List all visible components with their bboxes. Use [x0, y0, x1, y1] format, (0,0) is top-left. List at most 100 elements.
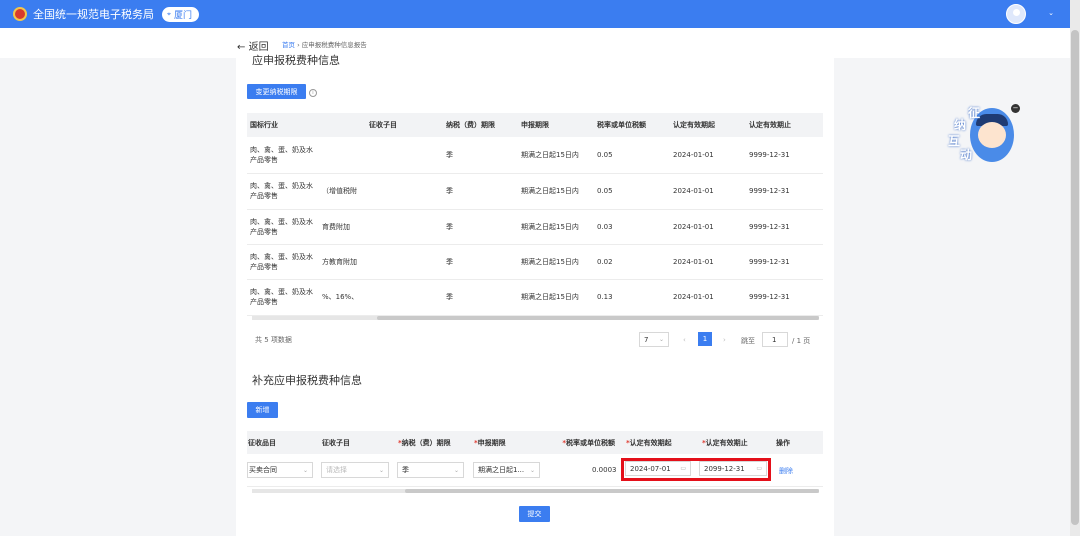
top-nav-bar: 全国统一规范电子税务局 ⌖ 厦门 ⌄ — [0, 0, 1070, 28]
cell-period: 季 — [443, 173, 518, 210]
cell-start: 2024-01-01 — [670, 279, 746, 316]
widget-char: 互 — [948, 134, 961, 148]
col-header-rate: 税率或单位税额 — [594, 113, 670, 137]
col-header-industry: 国标行业 — [247, 113, 319, 137]
interactive-mascot-widget[interactable]: 征 纳 互 动 − — [948, 104, 1020, 166]
cell-industry: 肉、禽、蛋、奶及水产品零售 — [247, 279, 319, 316]
deadline-select[interactable]: 期满之日起1... ⌄ — [473, 462, 540, 478]
col-header-rate: *税率或单位税额 — [560, 431, 623, 454]
cell-industry: 肉、禽、蛋、奶及水产品零售 — [247, 244, 319, 280]
breadcrumb-separator: › — [297, 41, 300, 49]
goto-page-input[interactable]: 1 — [762, 332, 788, 347]
goto-label: 跳至 — [741, 337, 755, 345]
chevron-down-icon: ⌄ — [302, 466, 308, 474]
col-header-action: 操作 — [773, 431, 823, 454]
col-header-end: *认定有效期止 — [699, 431, 773, 454]
user-avatar-icon[interactable] — [1006, 4, 1026, 24]
cell-end: 9999-12-31 — [746, 173, 823, 210]
col-header-period-label: 纳税（费）期限 — [401, 438, 451, 447]
chevron-down-icon: ⌄ — [658, 336, 664, 343]
cell-end: 9999-12-31 — [746, 244, 823, 280]
col-header-sub-item: 征收子目 — [319, 113, 443, 137]
col-header-rate-label: 税率或单位税额 — [566, 438, 615, 447]
cell-period: 季 — [443, 244, 518, 280]
rate-value[interactable]: 0.0003 — [592, 466, 617, 474]
col-header-period: 纳税（费）期限 — [443, 113, 518, 137]
prev-page-button[interactable]: ‹ — [683, 336, 686, 344]
item-select[interactable]: 买卖合同 ⌄ — [247, 462, 313, 478]
cell-rate: 0.13 — [594, 279, 670, 316]
widget-char: 纳 — [954, 118, 967, 132]
change-period-button[interactable]: 变更纳税期限 — [247, 84, 306, 99]
total-pages-label: / 1 页 — [792, 337, 811, 345]
location-pin-icon: ⌖ — [167, 9, 171, 18]
page-size-value: 7 — [644, 335, 649, 344]
total-count: 共 5 项数据 — [255, 336, 292, 344]
col-header-deadline: *申报期限 — [471, 431, 560, 454]
table1-hscroll-thumb[interactable] — [377, 316, 819, 320]
col-header-period: *纳税（费）期限 — [395, 431, 471, 454]
cell-deadline: 期满之日起15日内 — [518, 244, 594, 280]
sub-item-select[interactable]: 请选择 ⌄ — [321, 462, 389, 478]
cell-sub-item: 育费附加 — [319, 209, 443, 245]
table-row: 肉、禽、蛋、奶及水产品零售 方教育附加 季 期满之日起15日内 0.02 202… — [247, 244, 823, 280]
col-header-start-label: 认定有效期起 — [629, 438, 672, 447]
cell-sub-item: （增值税附 — [319, 173, 443, 210]
col-header-item: 征收品目 — [247, 431, 319, 454]
table2-hscroll-thumb[interactable] — [405, 489, 819, 493]
col-header-item-label: 征收品目 — [248, 438, 276, 447]
back-button[interactable]: ← 返回 — [237, 38, 269, 53]
cell-start: 2024-01-01 — [670, 137, 746, 174]
widget-char: 动 — [960, 148, 973, 162]
submit-button[interactable]: 提交 — [519, 506, 550, 522]
col-header-deadline-label: 申报期限 — [477, 438, 506, 447]
mascot-face — [978, 122, 1006, 148]
period-select-value: 季 — [402, 466, 409, 474]
tax-bureau-logo — [13, 7, 27, 21]
cell-industry: 肉、禽、蛋、奶及水产品零售 — [247, 173, 319, 210]
page-number-current[interactable]: 1 — [698, 332, 712, 346]
cell-period: 季 — [443, 209, 518, 245]
widget-char: 征 — [968, 106, 981, 120]
table-row: 肉、禽、蛋、奶及水产品零售 %、16%、 季 期满之日起15日内 0.13 20… — [247, 279, 823, 316]
cell-end: 9999-12-31 — [746, 279, 823, 316]
cell-start: 2024-01-01 — [670, 244, 746, 280]
col-header-action-label: 操作 — [776, 438, 790, 447]
cell-sub-item: %、16%、 — [319, 279, 443, 316]
delete-link[interactable]: 删除 — [779, 466, 793, 476]
item-select-value: 买卖合同 — [249, 466, 277, 474]
cell-rate: 0.03 — [594, 209, 670, 245]
col-header-end: 认定有效期止 — [746, 113, 823, 137]
breadcrumb-bar — [0, 28, 1070, 58]
cell-sub-item: 方教育附加 — [319, 244, 443, 280]
city-selector[interactable]: ⌖ 厦门 — [162, 6, 199, 22]
cell-rate: 0.02 — [594, 244, 670, 280]
col-header-sub-item-label: 征收子目 — [322, 438, 350, 447]
tax-info-table: 国标行业 征收子目 纳税（费）期限 申报期限 税率或单位税额 认定有效期起 认定… — [247, 113, 823, 316]
col-header-start: 认定有效期起 — [670, 113, 746, 137]
chevron-down-icon: ⌄ — [378, 466, 384, 474]
breadcrumb-current: 应申报税费种信息报告 — [301, 41, 367, 49]
period-select[interactable]: 季 ⌄ — [397, 462, 464, 478]
site-title[interactable]: 全国统一规范电子税务局 — [33, 6, 154, 22]
breadcrumb-home[interactable]: 首页 — [282, 41, 295, 49]
cell-start: 2024-01-01 — [670, 173, 746, 210]
widget-close-icon[interactable]: − — [1011, 104, 1020, 113]
chevron-down-icon: ⌄ — [529, 466, 535, 474]
cell-period: 季 — [443, 279, 518, 316]
sub-item-placeholder: 请选择 — [326, 466, 347, 474]
cell-industry: 肉、禽、蛋、奶及水产品零售 — [247, 137, 319, 174]
next-page-button[interactable]: › — [723, 336, 726, 344]
section1-title: 应申报税费种信息 — [252, 54, 340, 65]
cell-end: 9999-12-31 — [746, 209, 823, 245]
info-icon[interactable]: i — [309, 89, 317, 97]
cell-rate: 0.05 — [594, 137, 670, 174]
add-button[interactable]: 新增 — [247, 402, 278, 418]
chevron-down-icon[interactable]: ⌄ — [1048, 9, 1054, 17]
page-scrollbar-thumb[interactable] — [1071, 30, 1079, 525]
page-scrollbar[interactable] — [1070, 0, 1080, 536]
city-label: 厦门 — [173, 10, 192, 21]
breadcrumb: 首页 › 应申报税费种信息报告 — [282, 39, 367, 49]
cell-industry: 肉、禽、蛋、奶及水产品零售 — [247, 209, 319, 245]
page-size-select[interactable]: 7 ⌄ — [639, 332, 669, 347]
